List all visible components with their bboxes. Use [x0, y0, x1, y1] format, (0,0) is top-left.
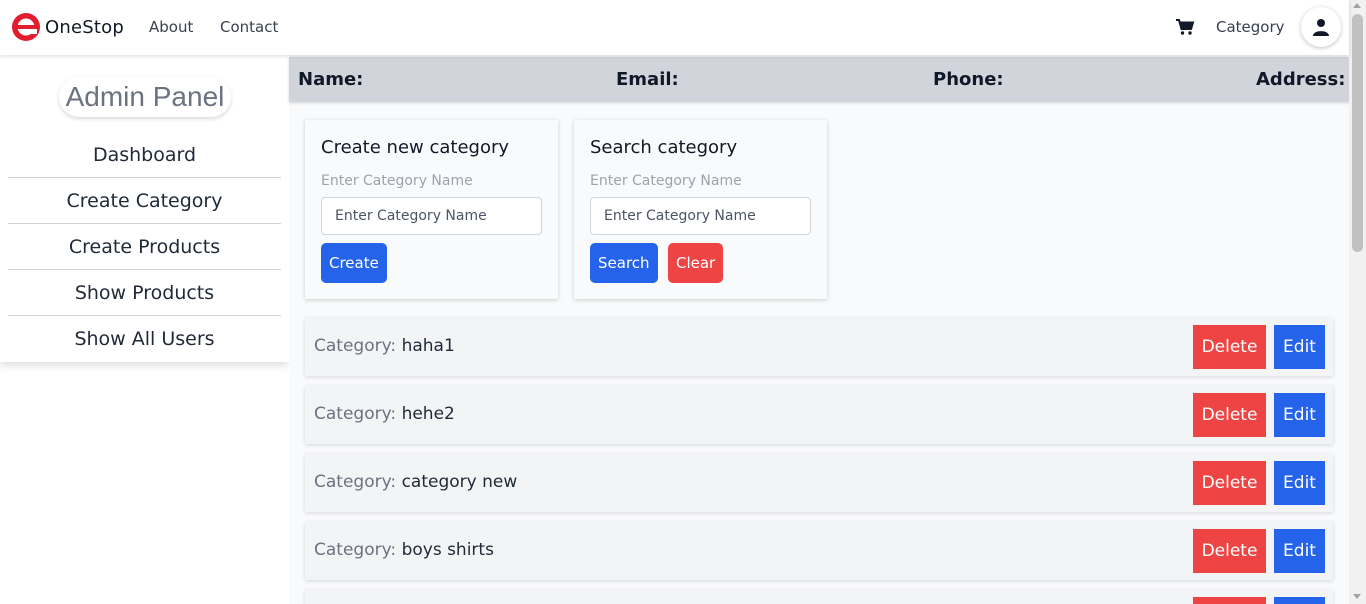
scroll-down-arrow-icon[interactable]	[1353, 594, 1361, 599]
onestop-logo-icon	[12, 13, 40, 41]
delete-category-button[interactable]: Delete	[1193, 529, 1266, 573]
category-name: haha1	[401, 336, 455, 356]
category-row: Category: haha1 Delete Edit	[305, 318, 1333, 376]
admin-panel-title: Admin Panel	[59, 77, 231, 117]
category-prefix: Category:	[314, 540, 397, 560]
clear-button[interactable]: Clear	[668, 243, 724, 283]
scroll-thumb[interactable]	[1352, 14, 1363, 252]
edit-category-button[interactable]: Edit	[1274, 393, 1325, 437]
create-button[interactable]: Create	[321, 243, 387, 283]
user-phone-label: Phone:	[933, 69, 1004, 90]
category-row-label: Category: haha1	[314, 336, 455, 356]
user-address-label: Address:	[1256, 69, 1346, 90]
sidebar-item-create-category[interactable]: Create Category	[8, 178, 281, 224]
user-email-label: Email:	[616, 69, 679, 90]
create-category-card: Create new category Enter Category Name …	[305, 120, 558, 299]
cart-icon[interactable]	[1175, 18, 1195, 36]
page-scrollbar[interactable]	[1349, 0, 1366, 604]
edit-category-button[interactable]: Edit	[1274, 325, 1325, 369]
delete-category-button-partial[interactable]	[1193, 597, 1266, 604]
category-name: category new	[401, 472, 518, 492]
category-row-label: Category: boys shirts	[314, 540, 494, 560]
sidebar-item-create-products[interactable]: Create Products	[8, 224, 281, 270]
user-menu-button[interactable]	[1301, 7, 1341, 47]
category-row: Category: category new Delete Edit	[305, 454, 1333, 512]
category-row-label: Category: category new	[314, 472, 517, 492]
scroll-up-arrow-icon[interactable]	[1353, 3, 1361, 8]
category-name: hehe2	[401, 404, 455, 424]
category-prefix: Category:	[314, 404, 397, 424]
user-icon	[1313, 19, 1329, 36]
category-row-partial	[305, 590, 1333, 604]
top-navbar: OneStop About Contact Category	[0, 0, 1349, 55]
brand[interactable]: OneStop	[11, 12, 124, 42]
sidebar-item-show-all-users[interactable]: Show All Users	[8, 316, 281, 362]
search-button[interactable]: Search	[590, 243, 658, 283]
create-category-label: Enter Category Name	[321, 173, 473, 189]
create-category-input[interactable]	[321, 197, 542, 235]
nav-link-category[interactable]: Category	[1216, 18, 1285, 36]
delete-category-button[interactable]: Delete	[1193, 461, 1266, 505]
user-name-label: Name:	[298, 69, 364, 90]
admin-sidebar: Admin Panel Dashboard Create Category Cr…	[0, 55, 289, 362]
category-row-label: Category: hehe2	[314, 404, 455, 424]
search-category-input[interactable]	[590, 197, 811, 235]
edit-category-button[interactable]: Edit	[1274, 529, 1325, 573]
edit-category-button-partial[interactable]	[1274, 597, 1325, 604]
category-row: Category: boys shirts Delete Edit	[305, 522, 1333, 580]
sidebar-item-show-products[interactable]: Show Products	[8, 270, 281, 316]
category-row: Category: hehe2 Delete Edit	[305, 386, 1333, 444]
edit-category-button[interactable]: Edit	[1274, 461, 1325, 505]
search-category-title: Search category	[590, 137, 738, 158]
sidebar-item-dashboard[interactable]: Dashboard	[8, 132, 281, 178]
user-info-bar: Name: Email: Phone: Address:	[289, 57, 1349, 102]
delete-category-button[interactable]: Delete	[1193, 325, 1266, 369]
nav-link-about[interactable]: About	[149, 18, 193, 36]
create-category-title: Create new category	[321, 137, 510, 158]
category-prefix: Category:	[314, 336, 397, 356]
category-name: boys shirts	[401, 540, 494, 560]
main-content: Name: Email: Phone: Address: Create new …	[289, 55, 1349, 604]
brand-name: OneStop	[45, 16, 124, 38]
search-category-label: Enter Category Name	[590, 173, 742, 189]
delete-category-button[interactable]: Delete	[1193, 393, 1266, 437]
nav-link-contact[interactable]: Contact	[220, 18, 278, 36]
search-category-card: Search category Enter Category Name Sear…	[574, 120, 827, 299]
category-prefix: Category:	[314, 472, 397, 492]
